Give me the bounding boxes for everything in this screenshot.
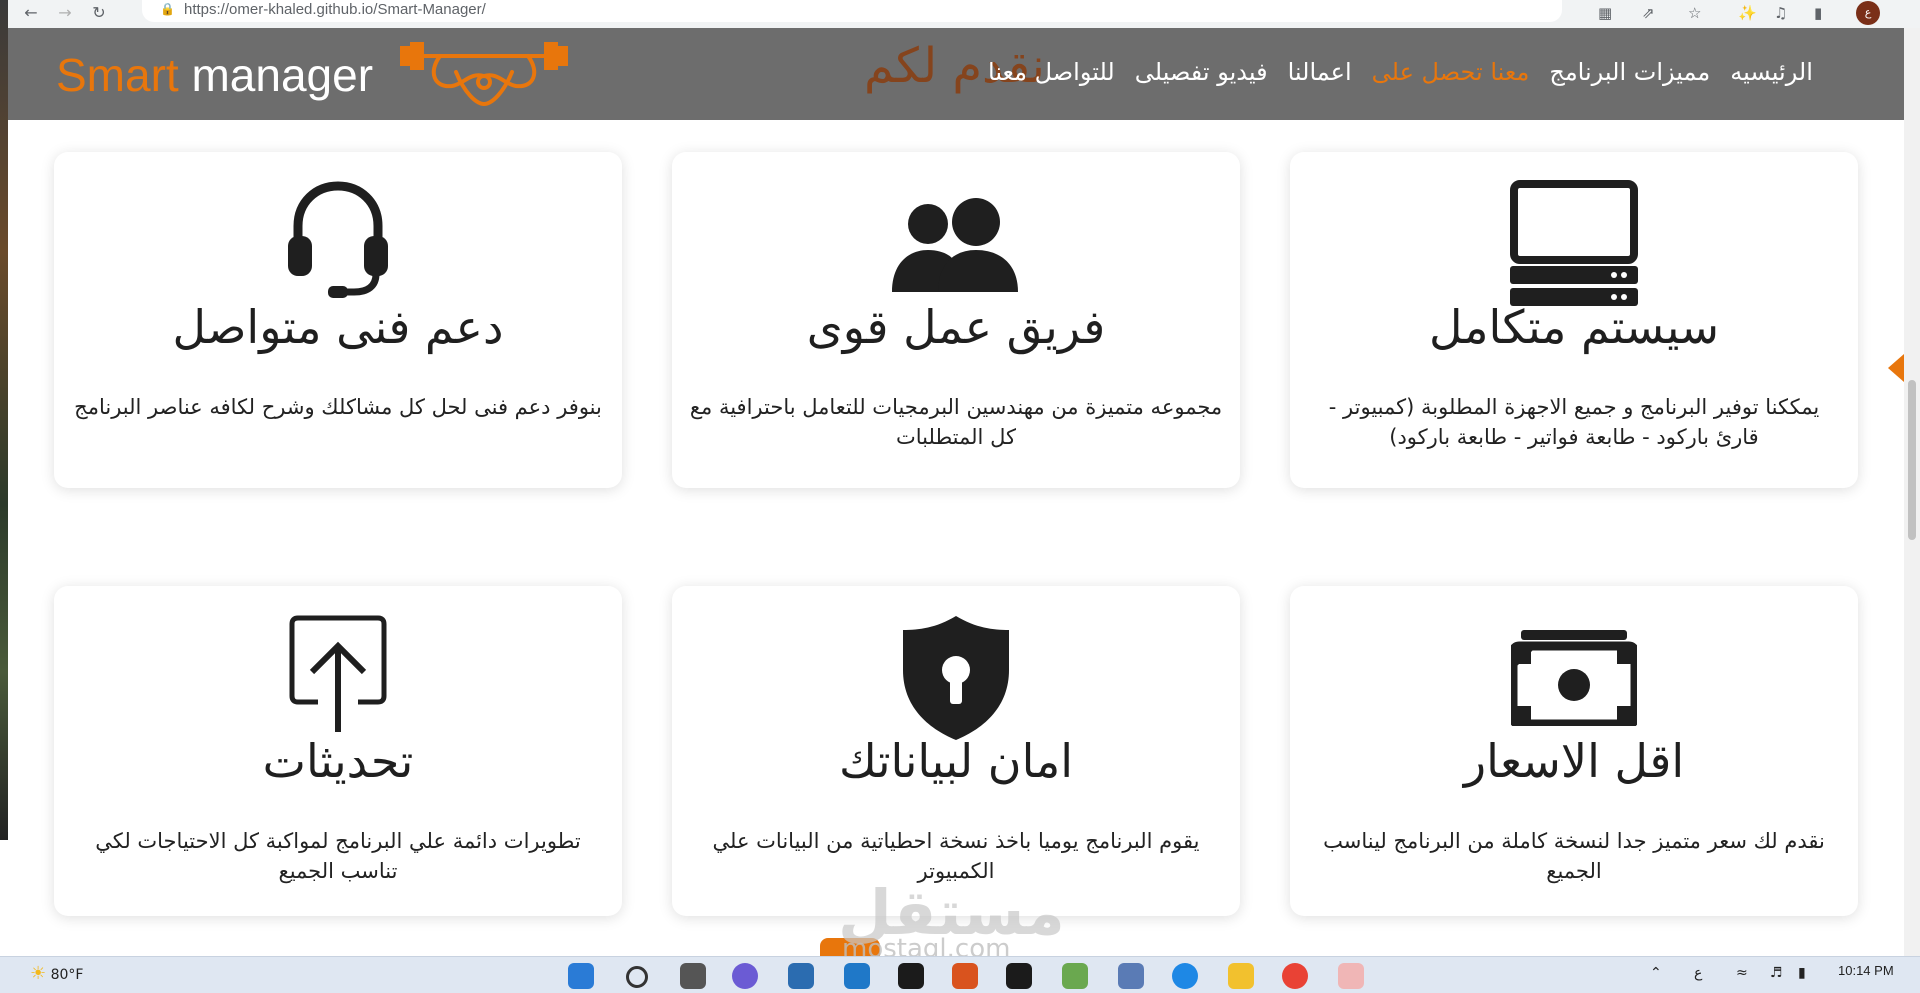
feature-title: سيستم متكامل: [1429, 300, 1719, 354]
weather-sun-icon: ☀: [30, 963, 47, 984]
feature-description: تطويرات دائمة علي البرنامج لمواكبة كل ال…: [95, 829, 581, 883]
brand-name[interactable]: Smart manager: [56, 48, 373, 102]
chrome-icon[interactable]: [1282, 963, 1308, 989]
store-icon[interactable]: [788, 963, 814, 989]
url-text: https://omer-khaled.github.io/Smart-Mana…: [184, 1, 486, 18]
brand-part-manager: manager: [178, 49, 374, 101]
extensions-icon[interactable]: ✨: [1738, 2, 1757, 24]
back-arrow-icon[interactable]: ←: [20, 2, 42, 24]
browser-toolbar: ← → ↻ 🔒 https://omer-khaled.github.io/Sm…: [8, 0, 1920, 29]
app-icon[interactable]: [1062, 963, 1088, 989]
temperature: 80°F: [50, 967, 84, 983]
nav-our-work[interactable]: اعمالنا: [1288, 58, 1352, 98]
feature-card-integrated-system: سيستم متكامل يمككنا توفير البرنامج و جمي…: [1290, 152, 1858, 488]
barbell-logo-icon: [400, 42, 568, 107]
money-icon: [1511, 630, 1637, 726]
address-bar[interactable]: 🔒 https://omer-khaled.github.io/Smart-Ma…: [142, 0, 1562, 22]
users-icon: [892, 198, 1018, 292]
start-icon[interactable]: [568, 963, 594, 989]
office-icon[interactable]: [952, 963, 978, 989]
translate-icon[interactable]: ▦: [1598, 2, 1612, 24]
pycharm-ce-icon[interactable]: [1006, 963, 1032, 989]
main-nav: الرئيسيه مميزات البرنامج معنا تحصل على ا…: [988, 58, 1813, 98]
share-icon[interactable]: ⇗: [1642, 2, 1655, 24]
bookmark-star-icon[interactable]: ☆: [1688, 2, 1701, 24]
feature-card-data-security: امان لبياناتك يقوم البرنامج يوميا باخذ ن…: [672, 586, 1240, 916]
edge-icon[interactable]: [1172, 963, 1198, 989]
chevron-up-icon[interactable]: ⌃: [1650, 965, 1662, 981]
computer-icon: [1510, 180, 1638, 306]
headset-icon: [288, 181, 388, 298]
side-tab-arrow-icon[interactable]: [1888, 354, 1904, 382]
nav-video[interactable]: فيديو تفصيلى: [1135, 58, 1268, 98]
feature-title: دعم فنى متواصل: [172, 300, 504, 354]
nav-home[interactable]: الرئيسيه: [1730, 58, 1813, 98]
shield-lock-icon: [903, 616, 1009, 740]
lock-icon: 🔒: [160, 2, 175, 16]
feature-description: يمككنا توفير البرنامج و جميع الاجهزة الم…: [1328, 395, 1820, 449]
feature-title: امان لبياناتك: [838, 734, 1074, 788]
desktop-wallpaper-strip: [0, 0, 8, 840]
battery-icon[interactable]: ▮: [1798, 965, 1806, 981]
nav-what-you-get[interactable]: معنا تحصل على: [1372, 58, 1530, 98]
media-icon[interactable]: ♫: [1774, 2, 1787, 24]
virtualbox-icon[interactable]: [1118, 963, 1144, 989]
feature-card-updates: تحديثات تطويرات دائمة علي البرنامج لمواك…: [54, 586, 622, 916]
site-header: Smart manager نقدم لكم الرئيسيه مميزات ا…: [8, 28, 1904, 120]
nav-features[interactable]: مميزات البرنامج: [1549, 58, 1710, 98]
feature-card-continuous-support: دعم فنى متواصل بنوفر دعم فنى لحل كل مشاك…: [54, 152, 622, 488]
language-indicator[interactable]: ع: [1694, 965, 1702, 981]
file-explorer-icon[interactable]: [1228, 963, 1254, 989]
feature-title: فريق عمل قوى: [806, 300, 1106, 354]
side-panel-icon[interactable]: ▮: [1814, 2, 1822, 24]
feature-title: تحديثات: [262, 734, 414, 788]
forward-arrow-icon[interactable]: →: [54, 2, 76, 24]
pycharm-icon[interactable]: [898, 963, 924, 989]
scrollbar-thumb[interactable]: [1908, 380, 1916, 540]
feature-card-lowest-prices: اقل الاسعار نقدم لك سعر متميز جدا لنسخة …: [1290, 586, 1858, 916]
reload-icon[interactable]: ↻: [88, 2, 110, 24]
feature-description: نقدم لك سعر متميز جدا لنسخة كاملة من الب…: [1323, 829, 1825, 883]
search-icon[interactable]: [626, 966, 648, 988]
feature-description: مجموعه متميزة من مهندسين البرمجيات للتعا…: [689, 395, 1223, 449]
nav-contact[interactable]: للتواصل معنا: [988, 58, 1115, 98]
feature-card-strong-team: فريق عمل قوى مجموعه متميزة من مهندسين ال…: [672, 152, 1240, 488]
feature-title: اقل الاسعار: [1463, 734, 1685, 788]
chat-icon[interactable]: [732, 963, 758, 989]
task-view-icon[interactable]: [680, 963, 706, 989]
clock[interactable]: 10:14 PM: [1838, 963, 1894, 978]
upload-icon: [289, 615, 387, 732]
weather-widget[interactable]: ☀ 80°F: [30, 963, 83, 984]
profile-avatar[interactable]: ع: [1856, 1, 1880, 25]
snipping-tool-icon[interactable]: [1338, 963, 1364, 989]
windows-taskbar: ☀ 80°F ⌃ ع ≈ ♬ ▮ 10:14 PM: [0, 956, 1920, 993]
volume-icon[interactable]: ♬: [1770, 965, 1783, 981]
brand-part-smart: Smart: [56, 49, 179, 101]
feature-description: بنوفر دعم فنى لحل كل مشاكلك وشرح لكافه ع…: [74, 395, 602, 419]
mail-icon[interactable]: [844, 963, 870, 989]
wifi-icon[interactable]: ≈: [1736, 965, 1748, 981]
